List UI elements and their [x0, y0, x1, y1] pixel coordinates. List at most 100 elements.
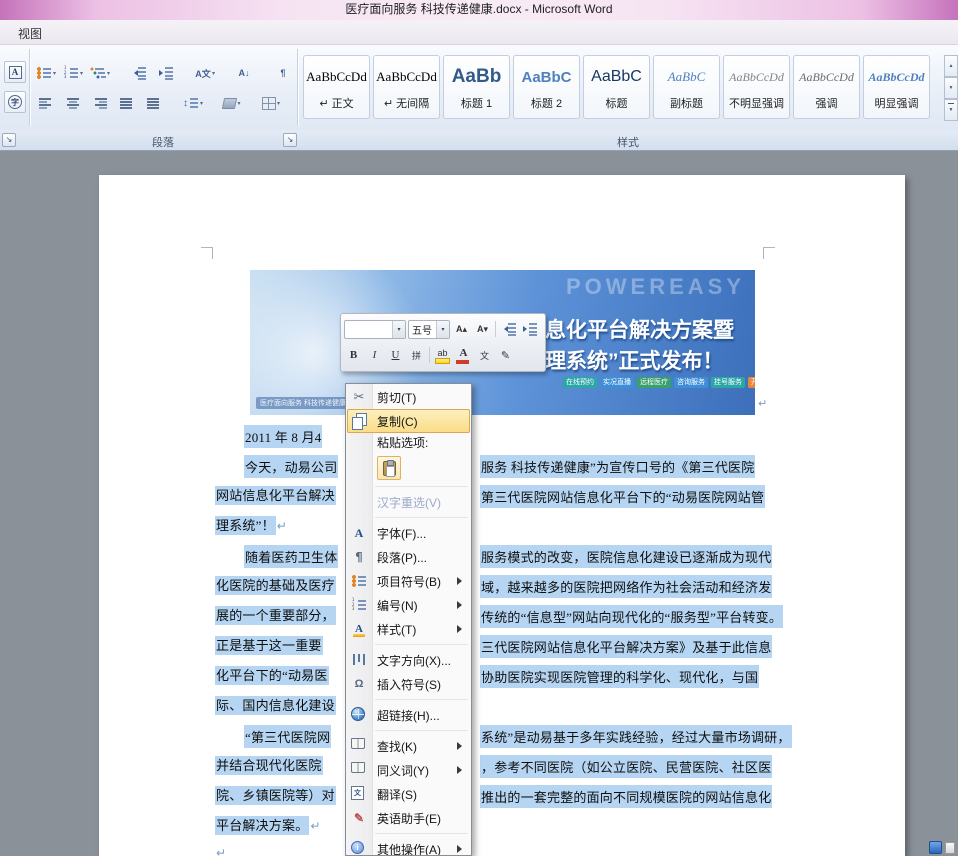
ribbon-decrease-indent-button[interactable] [127, 62, 151, 84]
banner-badge[interactable]: 实况直播 [600, 377, 634, 388]
context-menu-item[interactable]: ✎英语助手(E) [346, 806, 471, 830]
ribbon-align-left-button[interactable] [34, 92, 58, 114]
window-titlebar[interactable]: 医疗面向服务 科技传递健康.docx - Microsoft Word [0, 0, 958, 20]
style-item-normal[interactable]: AaBbCcDd↵ 正文 [303, 55, 370, 119]
style-item-emph[interactable]: AaBbCcDd强调 [793, 55, 860, 119]
font-name-combo[interactable]: ▾ [344, 320, 406, 339]
ribbon-align-justify-button[interactable] [115, 92, 139, 114]
context-menu-item[interactable]: 文字方向(X)... [346, 648, 471, 672]
mini-toolbar-row2: B I U 拼 ab A 文 ✎ [344, 342, 542, 368]
dialog-launcher-icon[interactable]: ↘ [2, 133, 16, 147]
show-marks-icon: ¶ [275, 65, 291, 81]
context-menu-item[interactable]: 复制(C) [347, 409, 470, 433]
text-highlight-button[interactable]: ab [433, 346, 452, 365]
ribbon-increase-indent-button[interactable] [154, 62, 178, 84]
doc-line[interactable]: “第三代医院网系统”是动易基于多年实践经验，经过大量市场调研， [215, 725, 775, 745]
doc-line[interactable]: 理系统”！↵ [215, 515, 775, 535]
style-item-subtitle[interactable]: AaBbC副标题 [653, 55, 720, 119]
tray-doc-icon[interactable] [945, 842, 955, 854]
doc-line[interactable]: 并结合现代化医院，参考不同医院（如公立医院、民营医院、社区医 [215, 755, 775, 775]
italic-button[interactable]: I [365, 346, 384, 365]
doc-line[interactable]: 今天，动易公司服务 科技传递健康”为宣传口号的《第三代医院 [215, 455, 775, 475]
style-item-h1[interactable]: AaBb标题 1 [443, 55, 510, 119]
context-menu-item[interactable]: A字体(F)... [346, 521, 471, 545]
context-menu-item[interactable]: 超链接(H)... [346, 703, 471, 727]
ribbon-numbering-button[interactable]: ▾ [61, 62, 85, 84]
context-menu-item[interactable]: i其他操作(A) [346, 837, 471, 856]
banner-tagline: 医疗面向服务 科技传递健康 [256, 397, 350, 409]
styles-icon: A [351, 621, 367, 637]
grow-font-button[interactable]: A▴ [452, 320, 471, 339]
context-menu-item[interactable]: 编号(N) [346, 593, 471, 617]
doc-line[interactable]: 院、乡镇医院等）对推出的一套完整的面向不同规模医院的网站信息化 [215, 785, 775, 805]
style-item-subtle[interactable]: AaBbCcDd不明显强调 [723, 55, 790, 119]
tray-app-icon[interactable] [929, 841, 942, 854]
font-size-value: 五号 [412, 322, 432, 337]
doc-line[interactable]: 际、国内信息化建设 [215, 695, 775, 715]
dialog-launcher-icon[interactable]: ↘ [283, 133, 297, 147]
ribbon-enclose-char-button[interactable]: 字 [4, 91, 26, 113]
font-color-button[interactable]: A [454, 346, 473, 365]
ribbon-align-center-button[interactable] [61, 92, 85, 114]
ribbon-cjk-layout-button[interactable]: A文▾ [193, 62, 217, 84]
style-item-h2[interactable]: AaBbC标题 2 [513, 55, 580, 119]
font-size-combo[interactable]: 五号 ▾ [408, 320, 450, 339]
ribbon-multilevel-button[interactable]: ▾ [88, 62, 112, 84]
increase-indent-button[interactable] [520, 320, 539, 339]
banner-badge[interactable]: 开通专区 [748, 377, 755, 388]
context-menu-item[interactable]: 查找(K) [346, 734, 471, 758]
ribbon-line-spacing-button[interactable]: ↕▾ [181, 92, 205, 114]
paste-option-button[interactable] [377, 456, 401, 480]
ribbon-borders-button[interactable]: ▾ [259, 92, 283, 114]
context-menu-item[interactable]: Ω插入符号(S) [346, 672, 471, 696]
ribbon-align-distribute-button[interactable] [142, 92, 166, 114]
styles-scroll-up-button[interactable]: ▲ [944, 55, 958, 77]
doc-line[interactable]: 2011 年 8 月4 [215, 425, 775, 445]
styles-more-button[interactable]: ▼ [944, 99, 958, 121]
ribbon-char-border-button[interactable]: A [4, 61, 26, 83]
ribbon-shading-button[interactable]: ▾ [220, 92, 244, 114]
doc-line[interactable]: 化平台下的“动易医协助医院实现医院管理的科学化、现代化，与国 [215, 665, 775, 685]
cjk-tool-button[interactable]: 文 [475, 346, 494, 365]
context-menu-item[interactable]: ¶段落(P)... [346, 545, 471, 569]
doc-line[interactable]: 随着医药卫生体服务模式的改变，医院信息化建设已逐渐成为现代 [215, 545, 775, 565]
context-menu-item[interactable]: A 样式(T) [346, 617, 471, 641]
styles-scroll-down-button[interactable]: ▼ [944, 77, 958, 99]
style-item-nospace[interactable]: AaBbCcDd↵ 无间隔 [373, 55, 440, 119]
bold-button[interactable]: B [344, 346, 363, 365]
ribbon-bullets-button[interactable]: ▾ [34, 62, 58, 84]
copy-icon [352, 413, 367, 428]
format-painter-button[interactable]: ✎ [496, 346, 515, 365]
banner-badge[interactable]: 咨询服务 [674, 377, 708, 388]
ribbon-sort-button[interactable]: A↓ [232, 62, 256, 84]
style-name: ↵ 无间隔 [374, 95, 439, 111]
context-menu-item[interactable]: 项目符号(B) [346, 569, 471, 593]
doc-line[interactable]: 网站信息化平台解决第三代医院网站信息化平台下的“动易医院网站管 [215, 485, 775, 505]
style-name: 标题 2 [514, 95, 579, 111]
context-menu-item[interactable]: 文翻译(S) [346, 782, 471, 806]
context-menu-item[interactable]: 同义词(Y) [346, 758, 471, 782]
style-item-intense[interactable]: AaBbCcDd明显强调 [863, 55, 930, 119]
style-preview: AaBbC [654, 61, 719, 93]
ribbon-show-marks-button[interactable]: ¶ [271, 62, 295, 84]
style-preview: AaBbCcDd [864, 61, 929, 93]
shrink-font-button[interactable]: A▾ [473, 320, 492, 339]
phonetic-guide-button[interactable]: 拼 [407, 346, 426, 365]
ribbon-align-right-button[interactable] [88, 92, 112, 114]
underline-button[interactable]: U [386, 346, 405, 365]
banner-badge[interactable]: 挂号服务 [711, 377, 745, 388]
doc-line[interactable]: ↵ [215, 845, 775, 856]
banner-badge[interactable]: 远程医疗 [637, 377, 671, 388]
doc-line[interactable]: 展的一个重要部分，传统的“信息型”网站向现代化的“服务型”平台转变。 [215, 605, 775, 625]
style-item-title[interactable]: AaBbC标题 [583, 55, 650, 119]
decrease-indent-button[interactable] [499, 320, 518, 339]
banner-badge[interactable]: 在线预约 [563, 377, 597, 388]
text-direction-icon [351, 652, 367, 668]
menu-item-label: 样式(T) [377, 621, 416, 638]
tab-view[interactable]: 视图 [6, 23, 54, 45]
doc-line[interactable]: 化医院的基础及医疗域，越来越多的医院把网络作为社会活动和经济发 [215, 575, 775, 595]
context-menu-item[interactable]: ✂剪切(T) [346, 385, 471, 409]
group-label-styles: 样式 [303, 134, 953, 150]
doc-line[interactable]: 正是基于这一重要三代医院网站信息化平台解决方案》及基于此信息 [215, 635, 775, 655]
doc-line[interactable]: 平台解决方案。↵ [215, 815, 775, 835]
